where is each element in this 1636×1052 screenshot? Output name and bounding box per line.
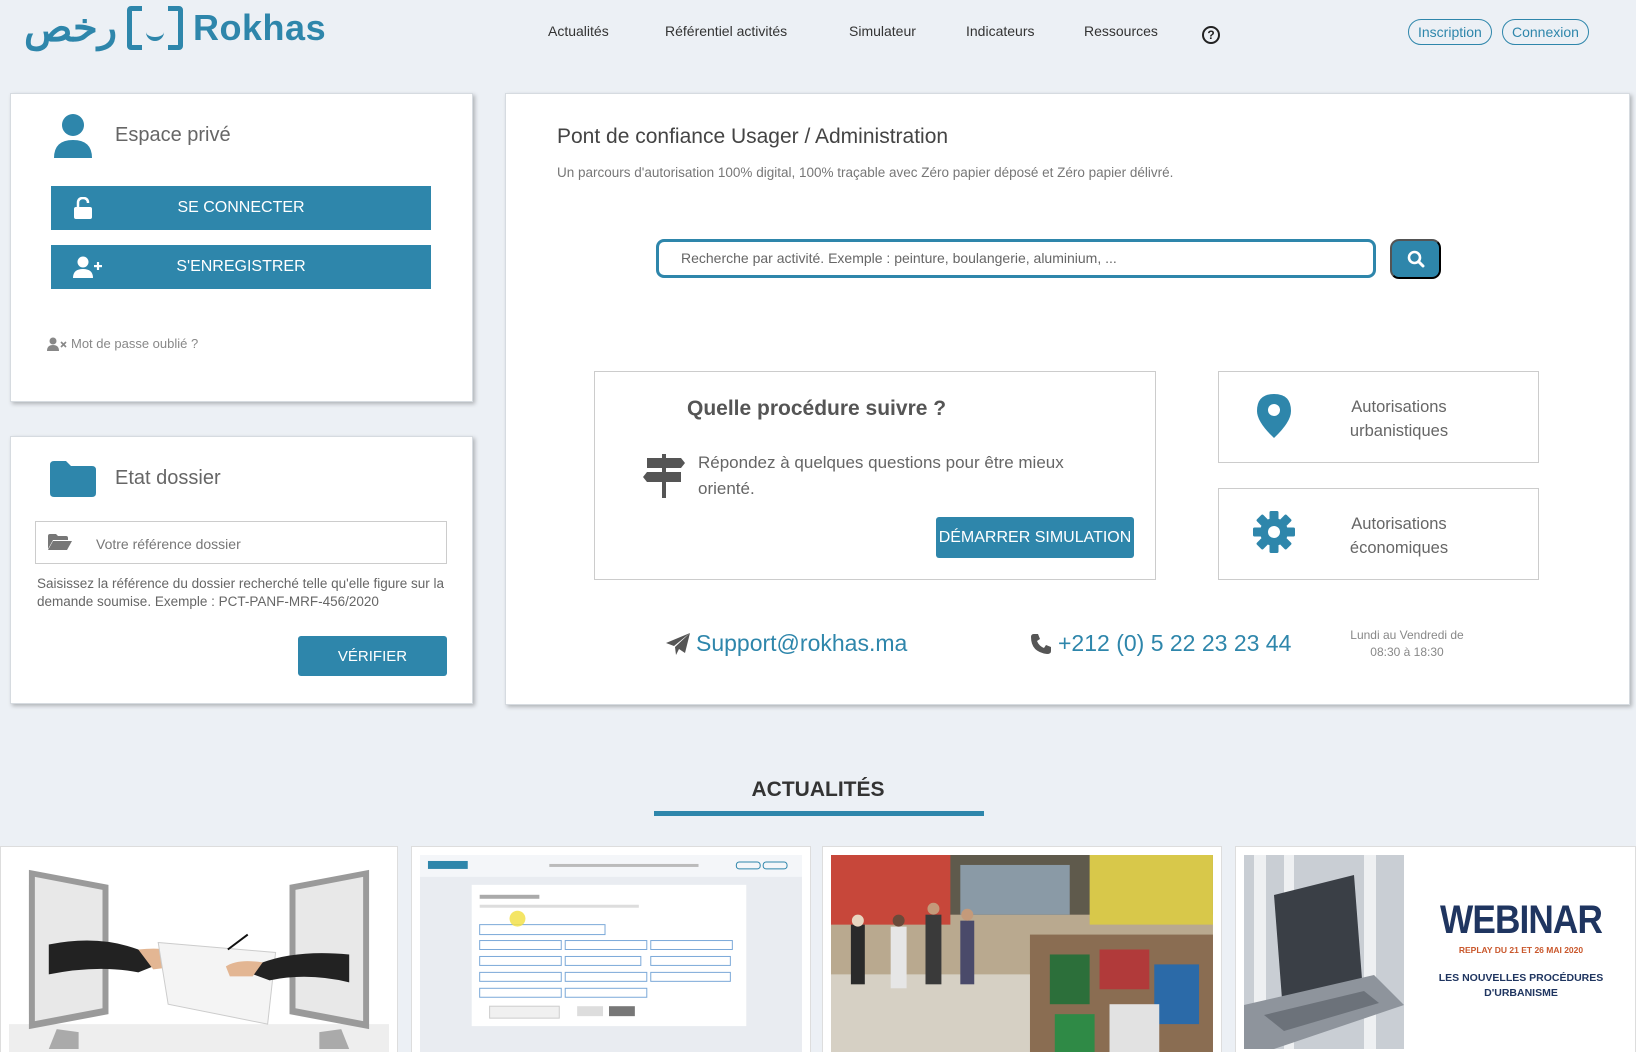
- header: رخص Rokhas Actualités Référentiel activi…: [0, 0, 1636, 64]
- nav-referentiel-activites[interactable]: Référentiel activités: [665, 23, 787, 39]
- autorisations-urbanistiques-card[interactable]: Autorisations urbanistiques: [1218, 371, 1539, 463]
- procedure-card: Quelle procédure suivre ? Répondez à que…: [594, 371, 1156, 580]
- autorisations-economiques-label: Autorisations économiques: [1349, 515, 1449, 557]
- procedure-text: Répondez à quelques questions pour être …: [698, 453, 1064, 498]
- register-button-label: S'ENREGISTRER: [176, 258, 306, 275]
- nav-actualites[interactable]: Actualités: [548, 23, 609, 39]
- help-icon[interactable]: ?: [1202, 26, 1220, 44]
- map-marker-icon: [1257, 394, 1291, 438]
- logo-bracket-icon: [127, 6, 184, 50]
- add-user-icon: [73, 256, 102, 278]
- support-email[interactable]: Support@rokhas.ma: [666, 630, 907, 657]
- user-times-icon: [47, 337, 67, 351]
- news-card-3[interactable]: [822, 846, 1222, 1052]
- news-image-form-screenshot: [420, 855, 802, 1052]
- login-button-label: SE CONNECTER: [177, 199, 305, 216]
- webinar-text-block: WEBINAR REPLAY DU 21 ET 26 MAI 2020 LES …: [1411, 899, 1631, 999]
- connexion-button[interactable]: Connexion: [1502, 19, 1589, 45]
- phone-icon: [1031, 633, 1051, 654]
- signpost-icon: [643, 454, 685, 498]
- news-card-4[interactable]: WEBINAR REPLAY DU 21 ET 26 MAI 2020 LES …: [1235, 846, 1636, 1052]
- logo-arabic: رخص: [24, 4, 118, 51]
- search-placeholder: Recherche par activité. Exemple : peintu…: [681, 250, 1117, 266]
- logo-text: Rokhas: [193, 7, 327, 48]
- actualites-title: ACTUALITÉS: [751, 778, 885, 801]
- reference-help-text: Saisissez la référence du dossier recher…: [37, 576, 445, 609]
- folder-icon: [50, 461, 96, 497]
- news-card-1[interactable]: [0, 846, 398, 1052]
- folder-open-icon: [48, 534, 72, 550]
- support-hours-days: Lundi au Vendredi de: [1350, 628, 1464, 642]
- gear-icon: [1253, 511, 1295, 553]
- page-subtitle: Un parcours d'autorisation 100% digital,…: [557, 165, 1174, 180]
- news-card-2[interactable]: [411, 846, 811, 1052]
- support-phone-label: +212 (0) 5 22 23 23 44: [1058, 630, 1292, 656]
- news-image-digital-handshake: [9, 855, 389, 1052]
- nav-ressources[interactable]: Ressources: [1084, 23, 1158, 39]
- actualites-underline: [654, 811, 984, 816]
- search-button[interactable]: [1390, 239, 1441, 279]
- support-email-label: Support@rokhas.ma: [696, 630, 908, 656]
- login-button[interactable]: SE CONNECTER: [51, 186, 431, 230]
- start-simulation-button[interactable]: DÉMARRER SIMULATION: [936, 517, 1134, 558]
- espace-prive-title: Espace privé: [115, 124, 231, 146]
- nav-simulateur[interactable]: Simulateur: [849, 23, 916, 39]
- paper-plane-icon: [666, 632, 690, 655]
- webinar-title: WEBINAR: [1439, 898, 1603, 942]
- autorisations-urbanistiques-label: Autorisations urbanistiques: [1349, 398, 1449, 440]
- inscription-button[interactable]: Inscription: [1408, 19, 1492, 45]
- support-phone[interactable]: +212 (0) 5 22 23 23 44: [1030, 630, 1291, 657]
- activity-search-input[interactable]: Recherche par activité. Exemple : peintu…: [656, 239, 1376, 278]
- unlock-icon: [74, 197, 92, 219]
- news-image-market: [831, 855, 1213, 1052]
- register-button[interactable]: S'ENREGISTRER: [51, 245, 431, 289]
- etat-dossier-title: Etat dossier: [115, 467, 221, 489]
- autorisations-economiques-card[interactable]: Autorisations économiques: [1218, 488, 1539, 580]
- search-icon: [1407, 250, 1424, 268]
- procedure-title: Quelle procédure suivre ?: [687, 397, 947, 420]
- support-hours-time: 08:30 à 18:30: [1370, 645, 1444, 659]
- reference-dossier-input[interactable]: Votre référence dossier: [35, 521, 447, 564]
- webinar-replay: REPLAY DU 21 ET 26 MAI 2020: [1458, 945, 1584, 955]
- nav-indicateurs[interactable]: Indicateurs: [966, 23, 1034, 39]
- webinar-topic-line2: D'URBANISME: [1484, 987, 1558, 999]
- logo[interactable]: رخص Rokhas: [24, 6, 326, 50]
- forgot-password-label: Mot de passe oublié ?: [71, 336, 199, 351]
- reference-dossier-placeholder: Votre référence dossier: [96, 536, 241, 552]
- page-title: Pont de confiance Usager / Administratio…: [557, 125, 949, 148]
- forgot-password-link[interactable]: Mot de passe oublié ?: [47, 336, 198, 351]
- laptop-photo: [1244, 855, 1404, 1049]
- user-icon: [54, 114, 92, 158]
- verify-button[interactable]: VÉRIFIER: [298, 636, 447, 676]
- support-hours: Lundi au Vendredi de 08:30 à 18:30: [1340, 627, 1474, 661]
- espace-prive-panel: Espace privé SE CONNECTER S'ENREGISTRER …: [10, 93, 473, 402]
- webinar-topic-line1: LES NOUVELLES PROCÉDURES: [1438, 972, 1604, 984]
